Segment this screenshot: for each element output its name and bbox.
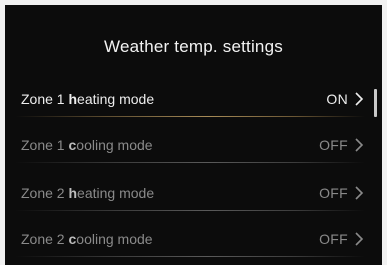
row-divider: [15, 116, 365, 117]
settings-screen: Weather temp. settings Zone 1 heating mo…: [5, 5, 382, 265]
setting-label: Zone 2 heating mode: [21, 185, 155, 201]
setting-row-zone1-heating[interactable]: Zone 1 heating mode ON: [5, 77, 370, 117]
setting-value: OFF: [319, 137, 348, 153]
setting-value: ON: [326, 91, 348, 107]
setting-row-zone1-cooling[interactable]: Zone 1 cooling mode OFF: [5, 123, 370, 163]
row-divider: [15, 162, 365, 163]
chevron-right-icon: [355, 186, 364, 200]
chevron-right-icon: [355, 138, 364, 152]
setting-row-zone2-cooling[interactable]: Zone 2 cooling mode OFF: [5, 217, 370, 257]
chevron-right-icon: [355, 92, 364, 106]
setting-value: OFF: [319, 231, 348, 247]
setting-label: Zone 1 cooling mode: [21, 137, 153, 153]
row-divider: [15, 210, 365, 211]
setting-label: Zone 2 cooling mode: [21, 231, 153, 247]
setting-row-zone2-heating[interactable]: Zone 2 heating mode OFF: [5, 171, 370, 211]
row-divider: [15, 256, 365, 257]
setting-label: Zone 1 heating mode: [21, 91, 155, 107]
screen-title: Weather temp. settings: [104, 37, 283, 56]
scrollbar[interactable]: [374, 89, 377, 117]
setting-value: OFF: [319, 185, 348, 201]
chevron-right-icon: [355, 232, 364, 246]
